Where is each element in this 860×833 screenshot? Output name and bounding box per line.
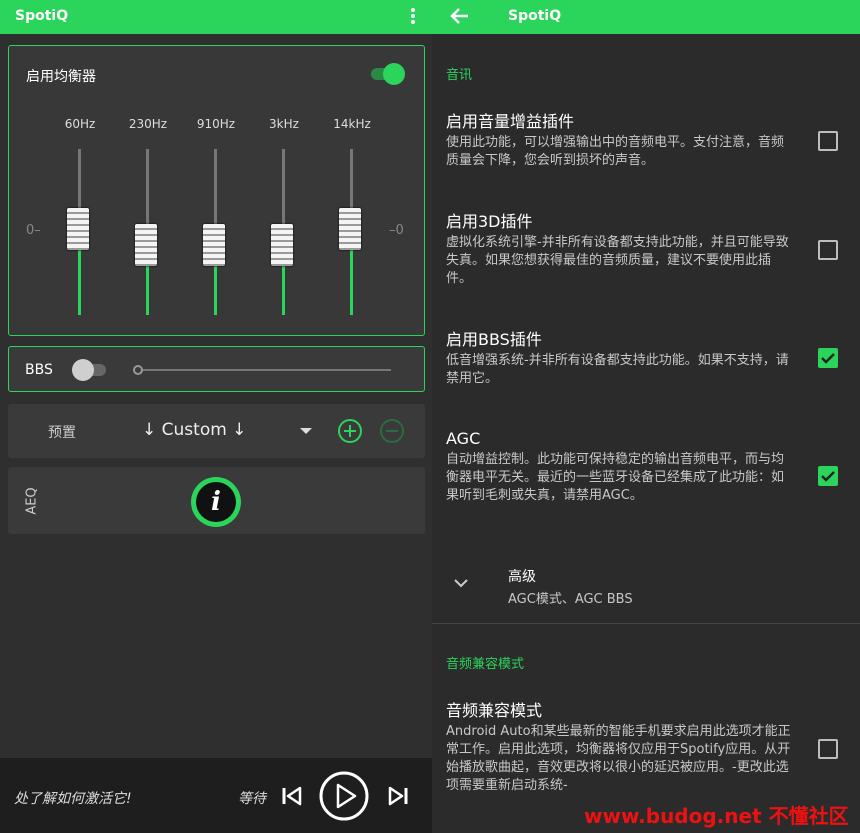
play-icon[interactable] xyxy=(318,770,370,822)
add-preset-button[interactable] xyxy=(338,419,362,443)
divider xyxy=(432,623,860,624)
preset-card: 预置 ↓ Custom ↓ xyxy=(8,404,425,458)
player-status: 等待 xyxy=(238,791,266,807)
slider-handle[interactable] xyxy=(271,224,293,267)
app-bar: SpotiQ xyxy=(432,0,860,34)
slider-handle[interactable] xyxy=(67,207,89,250)
player-bar: 处了解如何激活它! 等待 xyxy=(0,758,432,833)
band-slider-60hz[interactable] xyxy=(65,149,95,315)
band-label-3khz: 3kHz xyxy=(269,117,299,131)
setting-description: 虚拟化系统引擎-并非所有设备都支持此功能，并且可能导致失真。如果您想获得最佳的音… xyxy=(446,235,789,286)
preset-label: 预置 xyxy=(48,425,76,441)
bbs-strength-handle[interactable] xyxy=(133,365,143,375)
slider-handle[interactable] xyxy=(203,224,225,267)
agc-checkbox[interactable] xyxy=(818,466,838,486)
band-label-910hz: 910Hz xyxy=(196,117,236,131)
activation-tip[interactable]: 处了解如何激活它! xyxy=(14,788,132,808)
info-icon[interactable]: i xyxy=(191,477,241,527)
setting-volume-boost[interactable]: 启用音量增益插件 使用此功能，可以增强输出中的音频电平。支付注意，音频质量会下降… xyxy=(446,112,796,170)
band-slider-230hz[interactable] xyxy=(133,149,163,315)
bbs-toggle[interactable] xyxy=(72,359,108,381)
setting-title: 启用BBS插件 xyxy=(446,330,542,349)
checkmark-icon xyxy=(821,471,835,482)
settings-screen: SpotiQ 音讯 启用音量增益插件 使用此功能，可以增强输出中的音频电平。支付… xyxy=(432,0,860,833)
bbs-card: BBS xyxy=(8,346,425,392)
zero-level-left: 0– xyxy=(26,223,41,238)
bbs-plugin-checkbox[interactable] xyxy=(818,348,838,368)
slider-handle[interactable] xyxy=(339,207,361,250)
remove-preset-button[interactable] xyxy=(380,419,404,443)
zero-level-right: –0 xyxy=(389,223,404,238)
minus-icon xyxy=(386,430,398,432)
equalizer-screen: SpotiQ 启用均衡器 60Hz 230Hz 910Hz 3kHz 14kHz… xyxy=(0,0,432,833)
section-header-compat: 音频兼容模式 xyxy=(446,657,525,672)
preset-value[interactable]: ↓ Custom ↓ xyxy=(142,420,246,440)
setting-title: 启用音量增益插件 xyxy=(446,112,575,131)
setting-description: 使用此功能，可以增强输出中的音频电平。支付注意，音频质量会下降，您会听到损坏的声… xyxy=(446,135,785,168)
slider-handle[interactable] xyxy=(135,224,157,267)
previous-track-icon[interactable] xyxy=(280,784,304,808)
app-bar: SpotiQ xyxy=(0,0,432,34)
band-label-60hz: 60Hz xyxy=(64,117,96,131)
equalizer-label: 启用均衡器 xyxy=(26,69,96,85)
setting-title: 音频兼容模式 xyxy=(446,701,543,720)
setting-description: 低音增强系统-并非所有设备都支持此功能。如果不支持，请禁用它。 xyxy=(446,353,789,386)
compat-mode-checkbox[interactable] xyxy=(818,739,838,759)
setting-bbs-plugin[interactable]: 启用BBS插件 低音增强系统-并非所有设备都支持此功能。如果不支持，请禁用它。 xyxy=(446,330,796,388)
band-slider-910hz[interactable] xyxy=(201,149,231,315)
setting-description: Android Auto和某些最新的智能手机要求启用此选项才能正常工作。启用此选… xyxy=(446,724,791,793)
band-slider-14khz[interactable] xyxy=(337,149,367,315)
section-header-audio: 音讯 xyxy=(446,68,473,83)
more-options-icon[interactable] xyxy=(410,6,416,28)
next-track-icon[interactable] xyxy=(386,784,410,808)
watermark: www.budog.net 不懂社区 xyxy=(584,804,849,828)
aeq-card: AEQ i xyxy=(8,467,425,534)
advanced-title[interactable]: 高级 xyxy=(508,566,536,586)
checkmark-icon xyxy=(821,353,835,364)
app-title: SpotiQ xyxy=(508,8,562,24)
aeq-label: AEQ xyxy=(24,487,40,515)
setting-title: AGC xyxy=(446,429,481,448)
band-slider-3khz[interactable] xyxy=(269,149,299,315)
advanced-subtitle: AGC模式、AGC BBS xyxy=(508,592,633,607)
back-arrow-icon[interactable] xyxy=(448,4,472,28)
setting-description: 自动增益控制。此功能可保持稳定的输出音频电平，而与均衡器电平无关。最近的一些蓝牙… xyxy=(446,452,785,503)
setting-compat-mode[interactable]: 音频兼容模式 Android Auto和某些最新的智能手机要求启用此选项才能正常… xyxy=(446,701,796,795)
chevron-down-icon[interactable] xyxy=(454,578,468,588)
setting-agc[interactable]: AGC 自动增益控制。此功能可保持稳定的输出音频电平，而与均衡器电平无关。最近的… xyxy=(446,429,796,505)
bbs-label: BBS xyxy=(25,362,53,378)
setting-title: 启用3D插件 xyxy=(446,212,533,231)
volume-boost-checkbox[interactable] xyxy=(818,131,838,151)
plus-icon xyxy=(344,425,356,437)
band-label-230hz: 230Hz xyxy=(128,117,168,131)
dropdown-arrow-icon[interactable] xyxy=(300,428,312,434)
app-title: SpotiQ xyxy=(15,8,69,24)
equalizer-toggle[interactable] xyxy=(369,63,405,85)
3d-plugin-checkbox[interactable] xyxy=(818,240,838,260)
bbs-strength-track[interactable] xyxy=(135,369,391,371)
setting-3d-plugin[interactable]: 启用3D插件 虚拟化系统引擎-并非所有设备都支持此功能，并且可能导致失真。如果您… xyxy=(446,212,796,288)
band-label-14khz: 14kHz xyxy=(333,117,371,131)
equalizer-card: 启用均衡器 60Hz 230Hz 910Hz 3kHz 14kHz 0– –0 xyxy=(8,45,425,336)
